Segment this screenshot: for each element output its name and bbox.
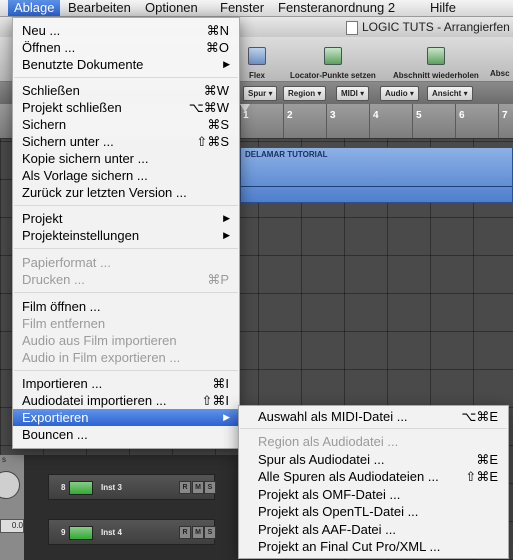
locator-icon: [323, 47, 342, 65]
menu-item-film-oeffnen[interactable]: Film öffnen ...: [13, 298, 239, 315]
menu-separator: [14, 205, 238, 206]
track-row[interactable]: 8 Inst 3 R M S: [48, 474, 216, 500]
menu-item-audio-in-film: Audio in Film exportieren ...: [22, 350, 181, 365]
menu-item-neu[interactable]: Neu ... ⌘N: [13, 22, 239, 39]
ruler-label: 5: [416, 110, 422, 121]
menu-separator: [14, 292, 238, 293]
channel-strip: s 0.0: [0, 455, 24, 560]
track-name: Inst 3: [101, 483, 122, 492]
track-row[interactable]: 9 Inst 4 R M S: [48, 519, 216, 545]
submenu-arrow-icon: ▶: [223, 213, 230, 223]
playhead-marker[interactable]: [240, 104, 250, 112]
menu-item-opentl[interactable]: Projekt als OpenTL-Datei ...: [239, 503, 508, 520]
menu-item-kopie-sichern[interactable]: Kopie sichern unter ...: [13, 150, 239, 167]
export-submenu: Auswahl als MIDI-Datei ... ⌥⌘E Region als…: [238, 405, 509, 559]
menu-item-schliessen[interactable]: Schließen ⌘W: [13, 82, 239, 99]
track-number: 8: [61, 483, 66, 492]
menu-bearbeiten[interactable]: Bearbeiten: [62, 0, 137, 16]
menu-ablage[interactable]: Ablage: [8, 0, 61, 16]
menu-item-importieren[interactable]: Importieren ... ⌘I: [13, 375, 239, 392]
ruler-label: 4: [373, 110, 379, 121]
region-waveform: [241, 186, 512, 187]
repeat-label: Abschnitt wiederholen: [393, 71, 479, 80]
menu-item-bouncen[interactable]: Bouncen ...: [13, 426, 239, 443]
menu-item-final-cut[interactable]: Projekt an Final Cut Pro/XML ...: [239, 538, 508, 555]
region-name: DELAMAR TUTORIAL: [245, 150, 328, 159]
flex-icon: [248, 47, 266, 65]
dropdown-midi[interactable]: MIDI ▾: [336, 86, 370, 101]
ruler-label: 7: [502, 110, 508, 121]
menu-separator: [240, 428, 507, 429]
abs-button[interactable]: Absc: [490, 47, 510, 78]
submenu-arrow-icon: ▶: [223, 59, 230, 69]
abs-label: Absc: [490, 69, 510, 78]
dropdown-ansicht[interactable]: Ansicht ▾: [427, 86, 473, 101]
flex-label: Flex: [248, 71, 265, 80]
volume-value[interactable]: 0.0: [0, 519, 24, 533]
ablage-menu: Neu ... ⌘N Öffnen ... ⌘O Benutzte Dokument…: [12, 17, 240, 449]
menu-item-projekt[interactable]: Projekt ▶: [13, 210, 239, 227]
menu-optionen[interactable]: Optionen: [139, 0, 204, 16]
menu-item-audiodatei-importieren[interactable]: Audiodatei importieren ... ⇧⌘I: [13, 392, 239, 409]
menu-item-audio-aus-film: Audio aus Film importieren: [22, 333, 177, 348]
menu-item-aaf[interactable]: Projekt als AAF-Datei ...: [239, 521, 508, 538]
menu-item-exportieren[interactable]: Exportieren ▶: [13, 409, 239, 426]
strip-label: s: [2, 455, 6, 464]
dropdown-audio[interactable]: Audio ▾: [380, 86, 419, 101]
ruler-label: 2: [287, 110, 293, 121]
pan-knob[interactable]: [0, 471, 20, 499]
mute-button[interactable]: M: [192, 481, 204, 494]
dropdown-spur[interactable]: Spur ▾: [243, 86, 278, 101]
menu-item-sichern[interactable]: Sichern ⌘S: [13, 116, 239, 133]
mute-button[interactable]: M: [192, 526, 204, 539]
menu-fenster[interactable]: Fenster: [214, 0, 270, 16]
menu-fensteranordnung[interactable]: Fensteranordnung 2: [272, 0, 401, 16]
menu-item-spur-audiodatei[interactable]: Spur als Audiodatei ... ⌘E: [239, 451, 508, 468]
menu-item-sichern-unter[interactable]: Sichern unter ... ⇧⌘S: [13, 133, 239, 150]
submenu-arrow-icon: ▶: [223, 230, 230, 240]
repeat-button[interactable]: Abschnitt wiederholen: [393, 47, 479, 80]
menu-item-projekt-schliessen[interactable]: Projekt schließen ⌥⌘W: [13, 99, 239, 116]
menu-item-benutzte-dokumente[interactable]: Benutzte Dokumente ▶: [13, 56, 239, 73]
menu-item-film-entfernen: Film entfernen: [22, 316, 106, 331]
menu-bar: Ablage Bearbeiten Optionen Fenster Fenst…: [0, 0, 513, 17]
locator-label: Locator-Punkte setzen: [290, 71, 376, 80]
audio-region[interactable]: DELAMAR TUTORIAL: [240, 147, 513, 203]
document-icon: [346, 21, 358, 35]
track-name: Inst 4: [101, 528, 122, 537]
instrument-icon: [69, 481, 93, 495]
menu-hilfe[interactable]: Hilfe: [424, 0, 462, 16]
menu-item-als-vorlage[interactable]: Als Vorlage sichern ...: [13, 167, 239, 184]
menu-item-papierformat: Papierformat ...: [22, 255, 111, 270]
menu-item-oeffnen[interactable]: Öffnen ... ⌘O: [13, 39, 239, 56]
window-title: LOGIC TUTS - Arrangierfen: [362, 20, 510, 34]
menu-item-region-audiodatei: Region als Audiodatei ...: [258, 434, 399, 449]
menu-item-projekteinstellungen[interactable]: Projekteinstellungen ▶: [13, 227, 239, 244]
menu-item-auswahl-midi[interactable]: Auswahl als MIDI-Datei ... ⌥⌘E: [239, 408, 508, 425]
menu-separator: [14, 370, 238, 371]
solo-button[interactable]: S: [204, 481, 216, 494]
menu-item-zurueck-version[interactable]: Zurück zur letzten Version ...: [13, 184, 239, 201]
record-button[interactable]: R: [179, 481, 191, 494]
solo-button[interactable]: S: [204, 526, 216, 539]
menu-separator: [14, 77, 238, 78]
submenu-arrow-icon: ▶: [223, 412, 230, 422]
locator-button[interactable]: Locator-Punkte setzen: [290, 47, 376, 80]
dropdown-region[interactable]: Region ▾: [283, 86, 327, 101]
flex-button[interactable]: Flex: [248, 47, 266, 80]
track-list: 8 Inst 3 R M S 9 Inst 4 R M S: [0, 455, 240, 560]
record-button[interactable]: R: [179, 526, 191, 539]
ruler-label: 6: [459, 110, 465, 121]
instrument-icon: [69, 526, 93, 540]
menu-item-drucken: Drucken ... ⌘P: [22, 272, 229, 287]
repeat-icon: [426, 47, 445, 65]
ruler-label: 3: [330, 110, 336, 121]
track-number: 9: [61, 528, 66, 537]
menu-separator: [14, 248, 238, 249]
menu-item-alle-spuren[interactable]: Alle Spuren als Audiodateien ... ⇧⌘E: [239, 468, 508, 485]
menu-item-omf[interactable]: Projekt als OMF-Datei ...: [239, 486, 508, 503]
